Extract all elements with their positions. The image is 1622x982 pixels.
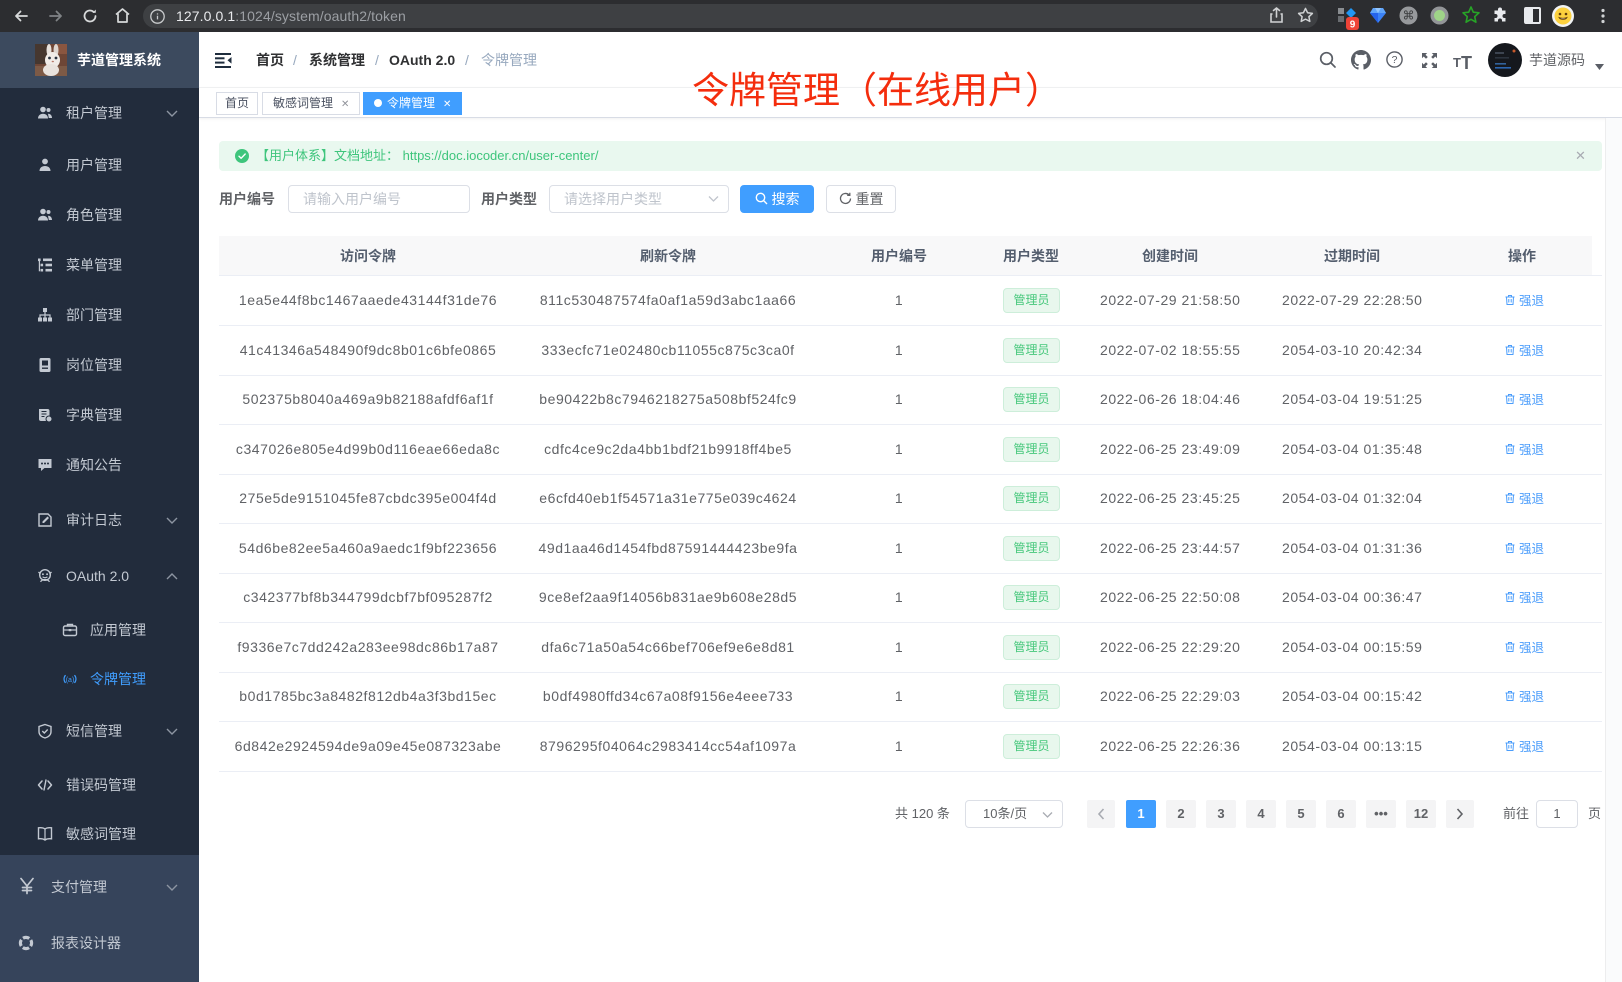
svg-text:T: T <box>1461 53 1472 70</box>
svg-text:⌘: ⌘ <box>1403 9 1415 23</box>
svg-text:?: ? <box>1392 54 1398 66</box>
svg-text:(a): (a) <box>66 677 75 684</box>
svg-text:T: T <box>1453 55 1461 70</box>
svg-text:9: 9 <box>1350 20 1356 31</box>
